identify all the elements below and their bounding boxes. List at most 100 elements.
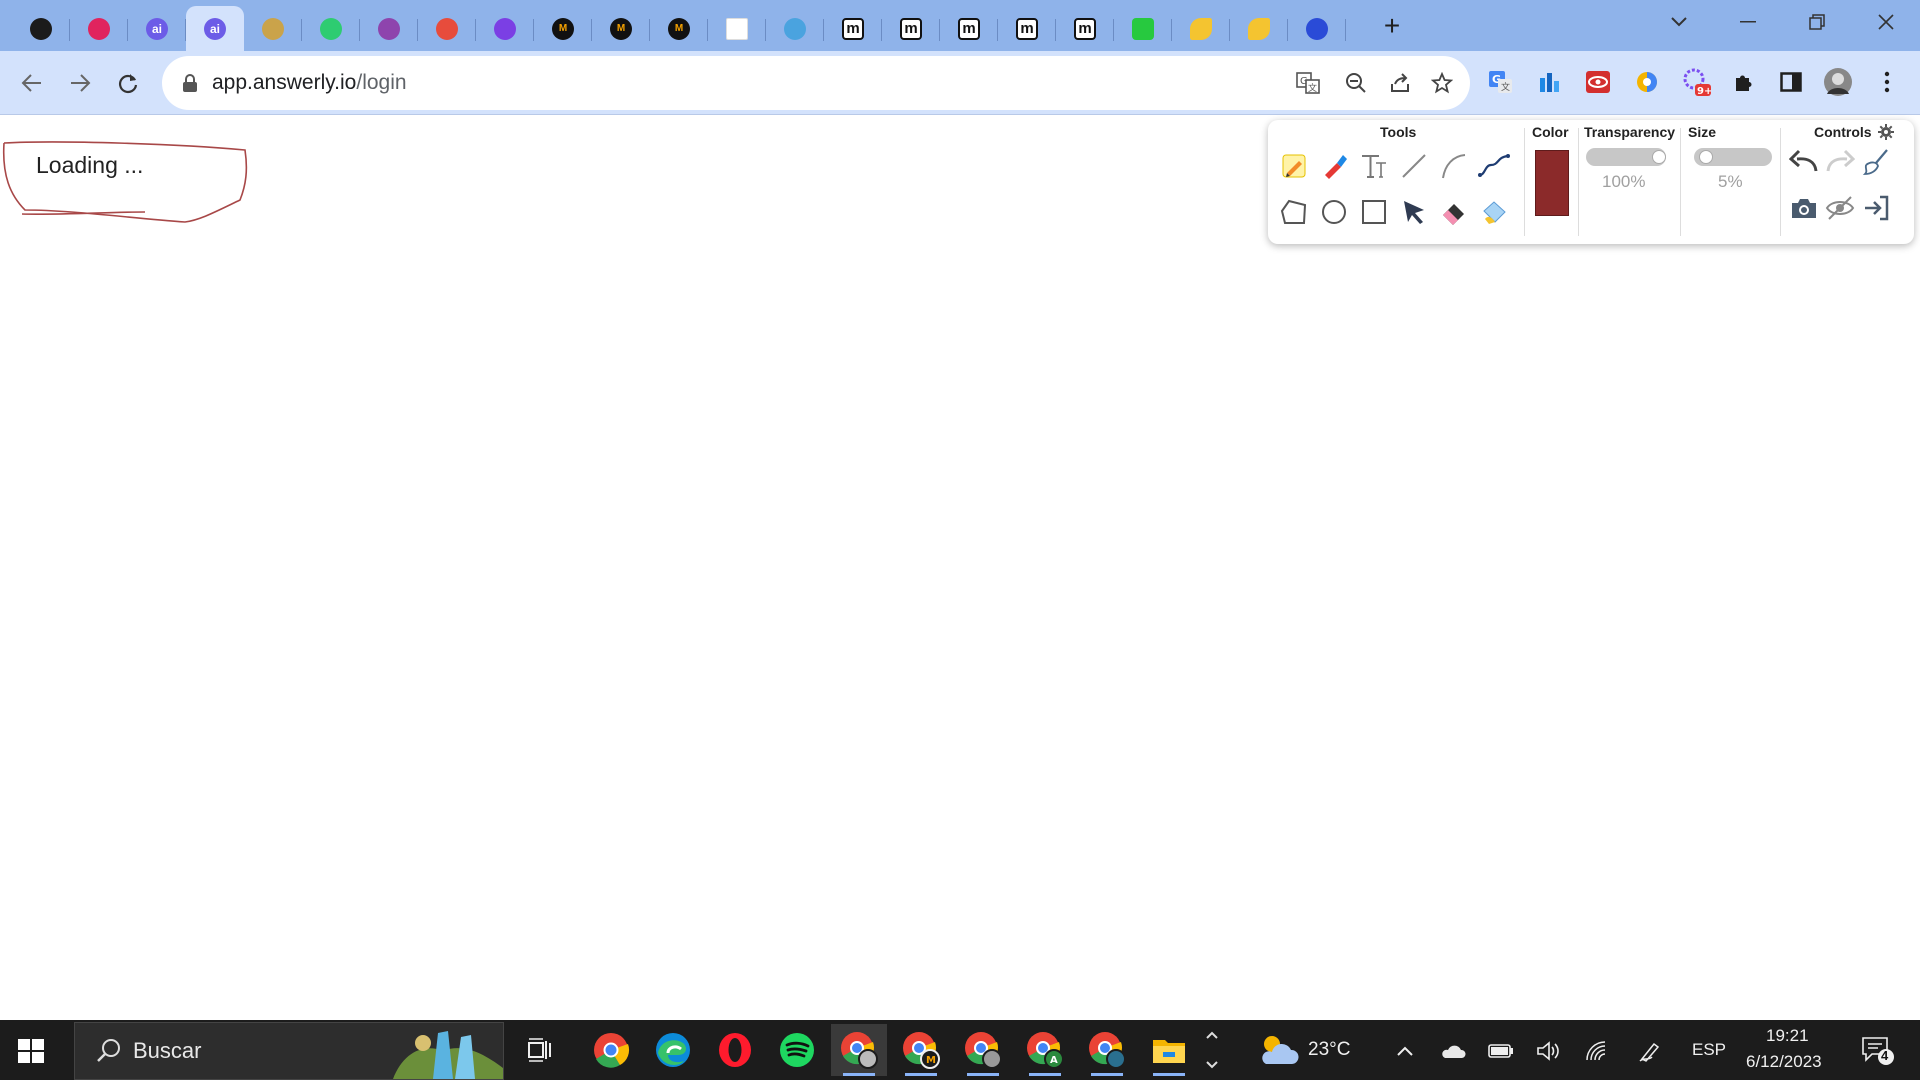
eye-extension-icon[interactable]	[1581, 65, 1615, 99]
browser-tab[interactable]	[244, 6, 302, 51]
screenshot-camera-icon[interactable]	[1786, 190, 1822, 226]
windows-start-button[interactable]	[14, 1034, 48, 1068]
size-slider[interactable]	[1694, 148, 1772, 166]
browser-tab[interactable]: M	[650, 6, 708, 51]
wifi-icon[interactable]	[1584, 1038, 1610, 1064]
minimize-button[interactable]	[1717, 0, 1779, 44]
back-button[interactable]	[14, 65, 50, 101]
globe-extension-icon[interactable]	[1630, 65, 1664, 99]
line-tool-icon[interactable]	[1396, 148, 1432, 184]
tab-search-icon[interactable]	[1648, 0, 1710, 44]
badge-extension-icon[interactable]: 9+	[1679, 65, 1713, 99]
size-slider-knob[interactable]	[1699, 150, 1714, 164]
highlighter-tool-icon[interactable]	[1316, 148, 1352, 184]
browser-tab[interactable]	[302, 6, 360, 51]
browser-tab[interactable]: m	[882, 6, 940, 51]
weather-cloudy-icon[interactable]	[1258, 1032, 1300, 1068]
browser-tab[interactable]	[708, 6, 766, 51]
redo-icon[interactable]	[1822, 144, 1858, 180]
scroll-taskbar-icon[interactable]	[1199, 1024, 1225, 1076]
size-title: Size	[1688, 124, 1717, 140]
exit-icon[interactable]	[1858, 190, 1894, 226]
share-icon[interactable]	[1386, 69, 1414, 97]
browser-tab[interactable]	[476, 6, 534, 51]
reload-button[interactable]	[110, 65, 146, 101]
fill-bucket-tool-icon[interactable]	[1476, 194, 1512, 230]
browser-tab[interactable]: M	[534, 6, 592, 51]
browser-tab[interactable]	[12, 6, 70, 51]
rectangle-tool-icon[interactable]	[1356, 194, 1392, 230]
chrome-profile-1-taskbar-icon[interactable]	[831, 1024, 887, 1076]
restore-button[interactable]	[1786, 0, 1848, 44]
zoom-out-icon[interactable]	[1342, 69, 1370, 97]
extensions-puzzle-icon[interactable]	[1727, 65, 1761, 99]
pencil-tool-icon[interactable]	[1276, 148, 1312, 184]
google-translate-extension-icon[interactable]: G文	[1484, 65, 1518, 99]
onedrive-cloud-icon[interactable]	[1440, 1038, 1466, 1064]
file-explorer-taskbar-icon[interactable]	[1141, 1024, 1197, 1076]
curve-tool-icon[interactable]	[1436, 148, 1472, 184]
battery-icon[interactable]	[1488, 1038, 1514, 1064]
spotify-taskbar-icon[interactable]	[769, 1024, 825, 1076]
task-view-icon[interactable]	[512, 1024, 568, 1076]
lightning-icon	[378, 17, 400, 40]
browser-tab[interactable]: m	[998, 6, 1056, 51]
pen-ink-icon[interactable]	[1638, 1038, 1664, 1064]
circle-tool-icon[interactable]	[1316, 194, 1352, 230]
hide-drawing-eye-icon[interactable]	[1822, 190, 1858, 226]
close-window-button[interactable]	[1855, 0, 1917, 44]
browser-tab[interactable]	[1172, 6, 1230, 51]
text-tool-icon[interactable]	[1356, 148, 1392, 184]
profile-avatar[interactable]	[1821, 65, 1855, 99]
browser-tab[interactable]: m	[940, 6, 998, 51]
browser-tab[interactable]: m	[1056, 6, 1114, 51]
chrome-taskbar-icon[interactable]	[583, 1024, 639, 1076]
forward-button[interactable]	[62, 65, 98, 101]
show-hidden-icons-chevron-icon[interactable]	[1392, 1038, 1418, 1064]
chrome-profile-5-taskbar-icon[interactable]	[1079, 1024, 1135, 1076]
new-tab-button[interactable]: +	[1376, 10, 1408, 42]
side-panel-icon[interactable]	[1774, 65, 1808, 99]
browser-tab[interactable]	[1288, 6, 1346, 51]
chrome-profile-3-taskbar-icon[interactable]	[955, 1024, 1011, 1076]
url-text[interactable]: app.answerly.io/login	[212, 71, 407, 95]
notification-center-icon[interactable]: 4	[1860, 1034, 1894, 1066]
bookmark-star-icon[interactable]	[1428, 69, 1456, 97]
clear-broom-icon[interactable]	[1858, 144, 1894, 180]
volume-icon[interactable]	[1536, 1038, 1562, 1064]
transparency-slider[interactable]	[1586, 148, 1666, 166]
browser-tab[interactable]	[1230, 6, 1288, 51]
browser-tab[interactable]: ai	[186, 6, 244, 51]
chrome-menu-icon[interactable]	[1870, 65, 1904, 99]
browser-tab[interactable]	[1114, 6, 1172, 51]
chrome-profile-2-taskbar-icon[interactable]: M	[893, 1024, 949, 1076]
lock-icon[interactable]	[182, 74, 198, 92]
undo-icon[interactable]	[1786, 144, 1822, 180]
edge-taskbar-icon[interactable]	[645, 1024, 701, 1076]
browser-tab[interactable]: M	[592, 6, 650, 51]
selected-color-swatch[interactable]	[1535, 150, 1569, 216]
polyline-tool-icon[interactable]	[1476, 148, 1512, 184]
clock-date[interactable]: 6/12/2023	[1746, 1052, 1822, 1072]
browser-tab[interactable]	[70, 6, 128, 51]
weather-temperature[interactable]: 23°C	[1308, 1039, 1350, 1061]
taskbar-search-box[interactable]: Buscar	[74, 1022, 504, 1080]
chrome-profile-4-taskbar-icon[interactable]: A	[1017, 1024, 1073, 1076]
settings-gear-icon[interactable]	[1874, 120, 1898, 144]
bar-chart-extension-icon[interactable]	[1532, 65, 1566, 99]
polygon-tool-icon[interactable]	[1276, 194, 1312, 230]
opera-taskbar-icon[interactable]	[707, 1024, 763, 1076]
clock-time[interactable]: 19:21	[1766, 1026, 1809, 1046]
transparency-slider-knob[interactable]	[1652, 150, 1666, 164]
browser-tab[interactable]	[766, 6, 824, 51]
browser-tab[interactable]	[360, 6, 418, 51]
address-bar[interactable]: app.answerly.io/login G文	[162, 56, 1470, 110]
windows-taskbar: Buscar M A 23°C ESP 19:21 6/12/2023 4	[0, 1020, 1920, 1080]
browser-tab[interactable]	[418, 6, 476, 51]
eraser-tool-icon[interactable]	[1436, 194, 1472, 230]
browser-tab[interactable]: m	[824, 6, 882, 51]
select-arrow-tool-icon[interactable]	[1396, 194, 1432, 230]
translate-icon[interactable]: G文	[1294, 69, 1322, 97]
input-language[interactable]: ESP	[1692, 1040, 1726, 1060]
browser-tab[interactable]: ai	[128, 6, 186, 51]
